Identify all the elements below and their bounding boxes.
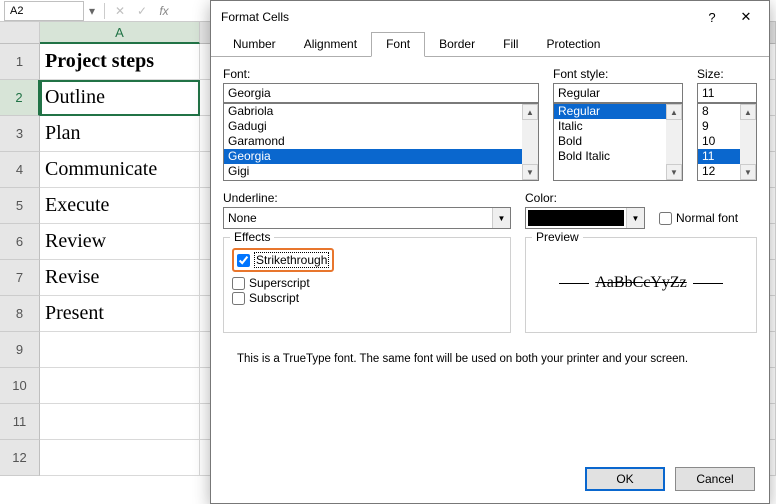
tab-protection[interactable]: Protection bbox=[532, 33, 614, 56]
subscript-checkbox[interactable]: Subscript bbox=[232, 291, 502, 305]
list-item[interactable]: Gadugi bbox=[224, 119, 538, 134]
row-head[interactable]: 7 bbox=[0, 260, 40, 296]
underline-label: Underline: bbox=[223, 191, 511, 205]
superscript-checkbox[interactable]: Superscript bbox=[232, 276, 502, 290]
list-item[interactable]: Gill Sans MT bbox=[224, 179, 538, 181]
row-head[interactable]: 1 bbox=[0, 44, 40, 80]
cell[interactable]: Communicate bbox=[40, 152, 200, 188]
list-item[interactable]: Garamond bbox=[224, 134, 538, 149]
fx-icon[interactable]: fx bbox=[153, 1, 175, 21]
namebox-value: A2 bbox=[10, 5, 23, 17]
close-button[interactable]: ✕ bbox=[729, 3, 763, 31]
row-head[interactable]: 4 bbox=[0, 152, 40, 188]
color-combo[interactable]: ▼ bbox=[525, 207, 645, 229]
cell[interactable]: Plan bbox=[40, 116, 200, 152]
font-note: This is a TrueType font. The same font w… bbox=[223, 333, 757, 365]
tab-number[interactable]: Number bbox=[219, 33, 290, 56]
row-head[interactable]: 11 bbox=[0, 404, 40, 440]
row-head[interactable]: 5 bbox=[0, 188, 40, 224]
row-head[interactable]: 9 bbox=[0, 332, 40, 368]
style-listbox[interactable]: RegularItalicBoldBold Italic ▲▼ bbox=[553, 103, 683, 181]
style-label: Font style: bbox=[553, 67, 683, 81]
style-scrollbar[interactable]: ▲▼ bbox=[666, 104, 682, 180]
format-cells-dialog: Format Cells ? ✕ NumberAlignmentFontBord… bbox=[210, 0, 770, 504]
row-head[interactable]: 2 bbox=[0, 80, 40, 116]
select-all-corner[interactable] bbox=[0, 22, 40, 44]
cell[interactable] bbox=[40, 368, 200, 404]
preview-group-label: Preview bbox=[532, 230, 583, 244]
size-listbox[interactable]: 8910111214 ▲▼ bbox=[697, 103, 757, 181]
list-item[interactable]: Gabriola bbox=[224, 104, 538, 119]
tab-alignment[interactable]: Alignment bbox=[290, 33, 371, 56]
font-input[interactable] bbox=[223, 83, 539, 103]
superscript-label: Superscript bbox=[249, 276, 310, 290]
cell[interactable]: Present bbox=[40, 296, 200, 332]
tabstrip: NumberAlignmentFontBorderFillProtection bbox=[211, 33, 769, 57]
cell[interactable]: Project steps bbox=[40, 44, 200, 80]
list-item[interactable]: Bold bbox=[554, 134, 682, 149]
subscript-label: Subscript bbox=[249, 291, 299, 305]
strikethrough-label: Strikethrough bbox=[254, 252, 329, 268]
row-head[interactable]: 8 bbox=[0, 296, 40, 332]
namebox[interactable]: A2 bbox=[4, 1, 84, 21]
cancel-button[interactable]: Cancel bbox=[675, 467, 755, 491]
cell[interactable]: Revise bbox=[40, 260, 200, 296]
strikethrough-checkbox[interactable]: Strikethrough bbox=[237, 252, 329, 268]
list-item[interactable]: Georgia bbox=[224, 149, 538, 164]
size-label: Size: bbox=[697, 67, 757, 81]
size-input[interactable] bbox=[697, 83, 757, 103]
cell[interactable]: Review bbox=[40, 224, 200, 260]
tab-fill[interactable]: Fill bbox=[489, 33, 532, 56]
tab-font[interactable]: Font bbox=[371, 32, 425, 57]
preview-text: AaBbCcYyZz bbox=[595, 274, 687, 292]
color-label: Color: bbox=[525, 191, 757, 205]
normal-font-label: Normal font bbox=[676, 211, 738, 225]
dialog-titlebar[interactable]: Format Cells ? ✕ bbox=[211, 1, 769, 33]
dialog-title: Format Cells bbox=[221, 10, 695, 24]
normal-font-checkbox[interactable]: Normal font bbox=[659, 211, 738, 225]
row-head[interactable]: 10 bbox=[0, 368, 40, 404]
list-item[interactable]: Bold Italic bbox=[554, 149, 682, 164]
cell[interactable] bbox=[40, 404, 200, 440]
ok-button[interactable]: OK bbox=[585, 467, 665, 491]
cell[interactable] bbox=[40, 440, 200, 476]
cell[interactable]: Outline bbox=[40, 80, 200, 116]
accept-formula-icon: ✓ bbox=[131, 1, 153, 21]
style-input[interactable] bbox=[553, 83, 683, 103]
size-scrollbar[interactable]: ▲▼ bbox=[740, 104, 756, 180]
chevron-down-icon: ▼ bbox=[626, 208, 644, 228]
list-item[interactable]: Regular bbox=[554, 104, 682, 119]
help-button[interactable]: ? bbox=[695, 3, 729, 31]
underline-value: None bbox=[228, 211, 257, 225]
namebox-dropdown[interactable]: ▾ bbox=[84, 4, 100, 18]
chevron-down-icon: ▼ bbox=[492, 208, 510, 228]
row-head[interactable]: 3 bbox=[0, 116, 40, 152]
list-item[interactable]: Gigi bbox=[224, 164, 538, 179]
color-swatch bbox=[528, 210, 624, 226]
preview-area: AaBbCcYyZz bbox=[534, 248, 748, 318]
effects-group-label: Effects bbox=[230, 230, 274, 244]
font-label: Font: bbox=[223, 67, 539, 81]
cell[interactable]: Execute bbox=[40, 188, 200, 224]
row-head[interactable]: 12 bbox=[0, 440, 40, 476]
underline-combo[interactable]: None ▼ bbox=[223, 207, 511, 229]
row-head[interactable]: 6 bbox=[0, 224, 40, 260]
font-scrollbar[interactable]: ▲▼ bbox=[522, 104, 538, 180]
list-item[interactable]: Italic bbox=[554, 119, 682, 134]
cancel-formula-icon: ✕ bbox=[109, 1, 131, 21]
cell[interactable] bbox=[40, 332, 200, 368]
tab-border[interactable]: Border bbox=[425, 33, 489, 56]
col-head-a[interactable]: A bbox=[40, 22, 200, 44]
font-listbox[interactable]: GabriolaGadugiGaramondGeorgiaGigiGill Sa… bbox=[223, 103, 539, 181]
